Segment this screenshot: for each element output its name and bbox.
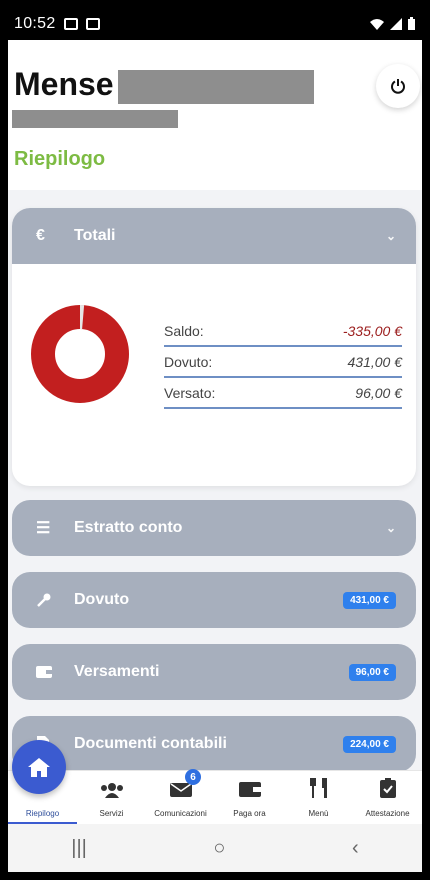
redacted-subtitle — [12, 110, 178, 128]
versamenti-card[interactable]: Versamenti 96,00 € — [12, 644, 416, 700]
totali-label: Totali — [74, 227, 116, 244]
cutlery-icon — [309, 778, 328, 803]
euro-icon: € — [36, 227, 45, 244]
page-title: Mense — [14, 66, 114, 102]
recent-apps-button[interactable]: ||| — [71, 837, 87, 860]
back-button[interactable]: ‹ — [352, 837, 359, 860]
dovuto-header[interactable]: Dovuto 431,00 € — [12, 572, 416, 628]
documenti-contabili-header[interactable]: Documenti contabili 224,00 € — [12, 716, 416, 772]
documenti-contabili-badge: 224,00 € — [343, 735, 396, 753]
dovuto-badge: 431,00 € — [343, 591, 396, 609]
dovuto-label: Dovuto: — [164, 353, 213, 370]
notification-icon — [63, 18, 78, 30]
dovuto-row: Dovuto: 431,00 € — [164, 347, 402, 378]
clipboard-check-icon — [379, 778, 396, 803]
app-screen: 10:52 Mense Riepilogo € Totali ⌄ Saldo: … — [8, 8, 422, 872]
status-time: 10:52 — [14, 15, 56, 32]
saldo-value: -335,00 € — [342, 322, 402, 339]
documenti-contabili-label: Documenti contabili — [74, 735, 227, 752]
home-system-button[interactable]: ○ — [213, 837, 225, 860]
nav-label-comunicazioni: Comunicazioni — [154, 809, 207, 818]
totali-header[interactable]: € Totali ⌄ — [12, 208, 416, 264]
versamenti-label: Versamenti — [74, 663, 160, 680]
content-area: € Totali ⌄ Saldo: -335,00 € Dovuto: 431,… — [8, 190, 422, 772]
nav-comunicazioni[interactable]: 6 Comunicazioni — [146, 769, 215, 824]
saldo-label: Saldo: — [164, 322, 204, 339]
status-bar: 10:52 — [8, 8, 422, 40]
wallet-icon — [238, 780, 261, 803]
balance-donut — [31, 305, 129, 403]
nav-label-attestazione: Attestazione — [365, 809, 410, 818]
saldo-row: Saldo: -335,00 € — [164, 316, 402, 347]
power-icon — [391, 79, 405, 94]
system-navigation-bar: ||| ○ ‹ — [8, 824, 422, 872]
comunicazioni-count-badge: 6 — [185, 769, 201, 785]
envelope-icon — [169, 782, 192, 803]
versato-label: Versato: — [164, 384, 216, 401]
users-icon — [100, 782, 124, 803]
documenti-contabili-card[interactable]: Documenti contabili 224,00 € — [12, 716, 416, 772]
home-fab-button[interactable] — [12, 740, 66, 794]
estratto-conto-header[interactable]: ☰ Estratto conto ⌄ — [12, 500, 416, 556]
nav-menu[interactable]: Menù — [284, 771, 353, 824]
screenshot-icon — [85, 18, 100, 30]
versato-value: 96,00 € — [355, 384, 402, 401]
estratto-conto-card[interactable]: ☰ Estratto conto ⌄ — [12, 500, 416, 556]
wifi-icon — [370, 19, 384, 30]
redacted-name — [118, 70, 314, 104]
nav-attestazione[interactable]: Attestazione — [353, 771, 422, 824]
wallet-icon — [36, 665, 62, 679]
nav-label-paga-ora: Paga ora — [233, 809, 266, 818]
status-right — [369, 17, 416, 31]
nav-servizi[interactable]: Servizi — [77, 771, 146, 824]
battery-icon — [408, 17, 415, 30]
chevron-down-icon: ⌄ — [385, 229, 396, 243]
nav-label-servizi: Servizi — [99, 809, 124, 818]
list-icon: ☰ — [36, 520, 51, 537]
section-title: Riepilogo — [14, 148, 106, 170]
key-icon — [36, 592, 62, 608]
chevron-down-icon: ⌄ — [385, 521, 396, 535]
nav-label-menu: Menù — [308, 809, 329, 818]
page-header: Mense Riepilogo — [8, 40, 422, 190]
dovuto-card-label: Dovuto — [74, 591, 130, 608]
home-icon — [28, 758, 50, 777]
dovuto-value: 431,00 € — [347, 353, 403, 370]
signal-icon — [390, 18, 402, 30]
totals-list: Saldo: -335,00 € Dovuto: 431,00 € Versat… — [164, 316, 402, 409]
totali-card: € Totali ⌄ Saldo: -335,00 € Dovuto: 431,… — [12, 208, 416, 486]
versato-row: Versato: 96,00 € — [164, 378, 402, 409]
estratto-conto-label: Estratto conto — [74, 519, 183, 536]
nav-label-riepilogo: Riepilogo — [25, 809, 60, 818]
dovuto-card[interactable]: Dovuto 431,00 € — [12, 572, 416, 628]
nav-paga-ora[interactable]: Paga ora — [215, 771, 284, 824]
logout-button[interactable] — [376, 64, 420, 108]
versamenti-header[interactable]: Versamenti 96,00 € — [12, 644, 416, 700]
bottom-navigation: Riepilogo Servizi 6 Comunicazioni Paga o… — [8, 769, 422, 824]
versamenti-badge: 96,00 € — [348, 663, 396, 681]
